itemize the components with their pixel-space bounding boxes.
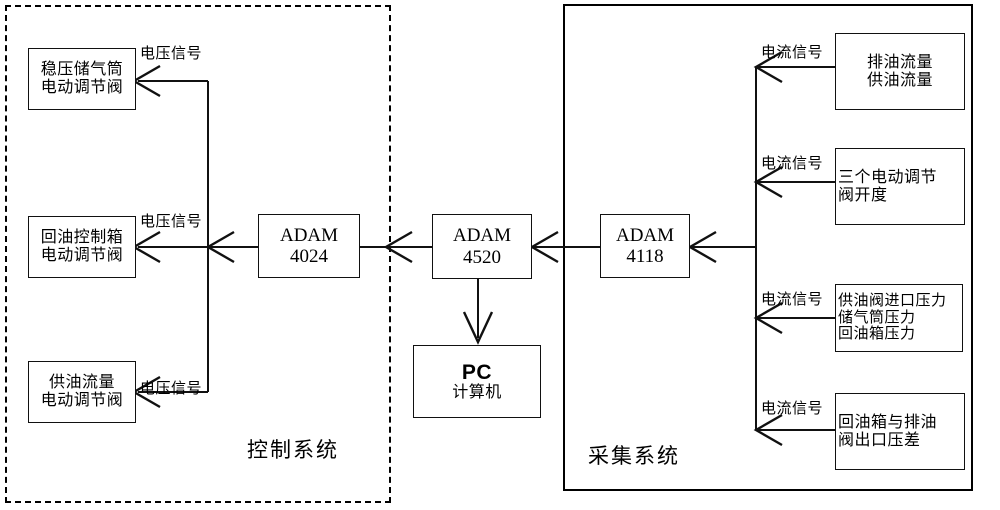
adam-4520-line2: 4520 [463, 246, 501, 268]
signal-label-current-2: 电流信号 [761, 155, 824, 172]
actuator-box-3[interactable]: 供油流量 电动调节阀 [28, 361, 136, 423]
pc-computer-box[interactable]: PC 计算机 [413, 345, 541, 418]
sensor-3-line2: 储气筒压力 [838, 308, 916, 326]
arrowhead-4520-to-pc [462, 311, 494, 345]
adam-4024-line1: ADAM [279, 224, 339, 246]
actuator-1-line1: 稳压储气筒 [40, 61, 124, 79]
adam-4520-module[interactable]: ADAM 4520 [432, 214, 532, 279]
pc-label-main: PC [461, 360, 493, 384]
sensor-1-line2: 供油流量 [866, 71, 933, 89]
pc-label-sub: 计算机 [452, 384, 502, 402]
arrowhead-4118-to-4520 [529, 230, 559, 264]
sensor-box-1[interactable]: 排油流量 供油流量 [835, 33, 965, 110]
actuator-box-1[interactable]: 稳压储气筒 电动调节阀 [28, 48, 136, 110]
sensor-box-4[interactable]: 回油箱与排油 阀出口压差 [835, 393, 965, 470]
signal-label-current-3: 电流信号 [761, 291, 824, 308]
signal-label-current-1: 电流信号 [761, 44, 824, 61]
signal-label-current-4: 电流信号 [761, 400, 824, 417]
signal-label-voltage-3: 电压信号 [140, 380, 203, 397]
adam-4520-line1: ADAM [452, 225, 512, 247]
signal-label-voltage-2: 电压信号 [140, 213, 203, 230]
sensor-3-line3: 回油箱压力 [838, 325, 916, 343]
actuator-3-line1: 供油流量 [48, 374, 115, 392]
sensor-4-line1: 回油箱与排油 [838, 413, 938, 431]
sensor-box-2[interactable]: 三个电动调节 阀开度 [835, 148, 965, 225]
diagram-canvas: 稳压储气筒 电动调节阀 回油控制箱 电动调节阀 供油流量 电动调节阀 电压信号 … [0, 0, 1000, 510]
actuator-3-line2: 电动调节阀 [40, 392, 124, 409]
sensor-1-line1: 排油流量 [866, 53, 933, 71]
actuator-1-line2: 电动调节阀 [40, 79, 124, 96]
actuator-2-line1: 回油控制箱 [40, 229, 124, 247]
signal-label-voltage-1: 电压信号 [140, 45, 203, 62]
actuator-box-2[interactable]: 回油控制箱 电动调节阀 [28, 216, 136, 278]
adam-4024-line2: 4024 [290, 246, 328, 267]
sensor-2-line2: 阀开度 [838, 186, 888, 204]
adam-4118-module[interactable]: ADAM 4118 [600, 214, 690, 278]
actuator-2-line2: 电动调节阀 [40, 247, 124, 264]
sensor-3-line1: 供油阀进口压力 [838, 291, 947, 309]
sensor-4-line2: 阀出口压差 [838, 431, 921, 449]
sensor-box-3[interactable]: 供油阀进口压力 储气筒压力 回油箱压力 [835, 284, 963, 352]
adam-4118-line1: ADAM [615, 224, 675, 246]
sensor-2-line1: 三个电动调节 [838, 168, 938, 186]
control-system-label: 控制系统 [247, 439, 339, 462]
acquisition-system-label: 采集系统 [588, 445, 680, 468]
adam-4024-module[interactable]: ADAM 4024 [258, 214, 360, 278]
adam-4118-line2: 4118 [626, 246, 664, 267]
